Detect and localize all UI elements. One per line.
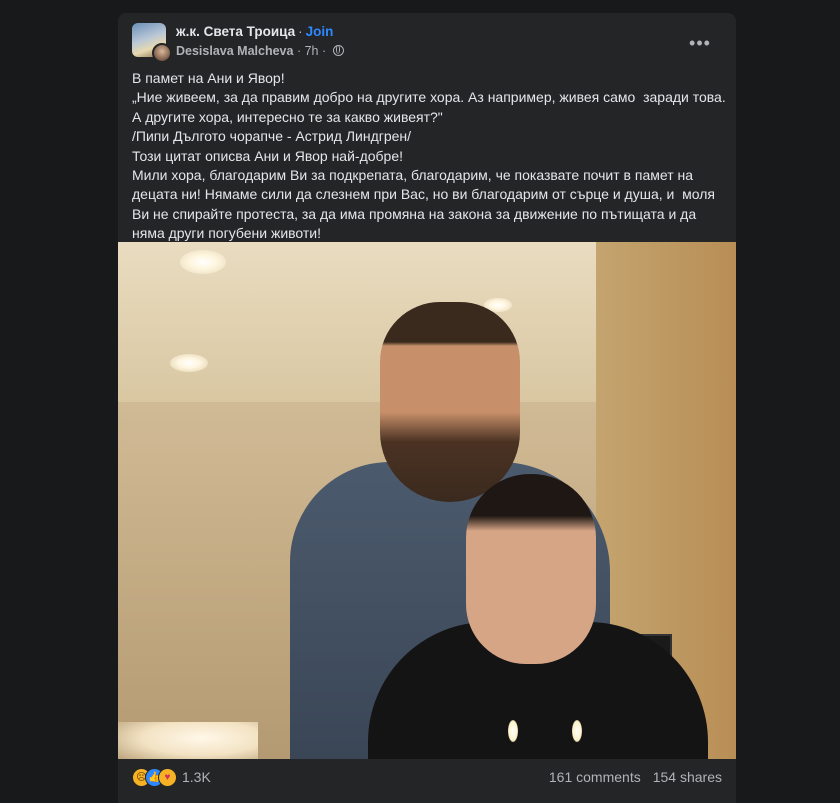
post-stats: 161 comments 154 shares xyxy=(537,769,722,785)
reaction-count[interactable]: 1.3K xyxy=(182,769,211,785)
author-name-link[interactable]: Desislava Malcheva xyxy=(176,44,293,58)
post-card: ж.к. Света Троица · Join Desislava Malchev… xyxy=(118,13,736,803)
separator-dot: · xyxy=(296,44,302,58)
lamp-glow xyxy=(118,722,258,759)
author-avatar[interactable] xyxy=(152,43,172,63)
reactions-summary[interactable]: ☹ 👍 ♥ xyxy=(132,768,188,787)
man-head xyxy=(380,302,520,502)
separator-dot: · xyxy=(321,44,327,58)
candle-flame xyxy=(572,720,582,742)
group-name-link[interactable]: ж.к. Света Троица xyxy=(176,24,295,39)
post-meta-line: Desislava Malcheva · 7h · xyxy=(176,44,344,58)
candle-flame xyxy=(508,720,518,742)
post-text: В памет на Ани и Явор! „Ние живеем, за д… xyxy=(132,70,726,242)
post-title-line: ж.к. Света Троица · Join xyxy=(176,24,333,39)
woman-head xyxy=(466,474,596,664)
globe-icon xyxy=(332,45,344,56)
post-photo[interactable] xyxy=(118,242,736,759)
shares-count-link[interactable]: 154 shares xyxy=(653,769,722,785)
separator-dot: · xyxy=(298,24,303,39)
join-button[interactable]: Join xyxy=(306,24,334,39)
more-options-button[interactable]: ••• xyxy=(686,33,714,61)
care-reaction-icon: ♥ xyxy=(158,768,177,787)
post-footer: ☹ 👍 ♥ 1.3K 161 comments 154 shares xyxy=(132,765,722,791)
ceiling-light xyxy=(170,354,208,372)
comments-count-link[interactable]: 161 comments xyxy=(549,769,641,785)
post-time-link[interactable]: 7h xyxy=(305,44,319,58)
ceiling-light xyxy=(180,250,226,274)
post-header: ж.к. Света Троица · Join Desislava Malchev… xyxy=(132,23,722,63)
